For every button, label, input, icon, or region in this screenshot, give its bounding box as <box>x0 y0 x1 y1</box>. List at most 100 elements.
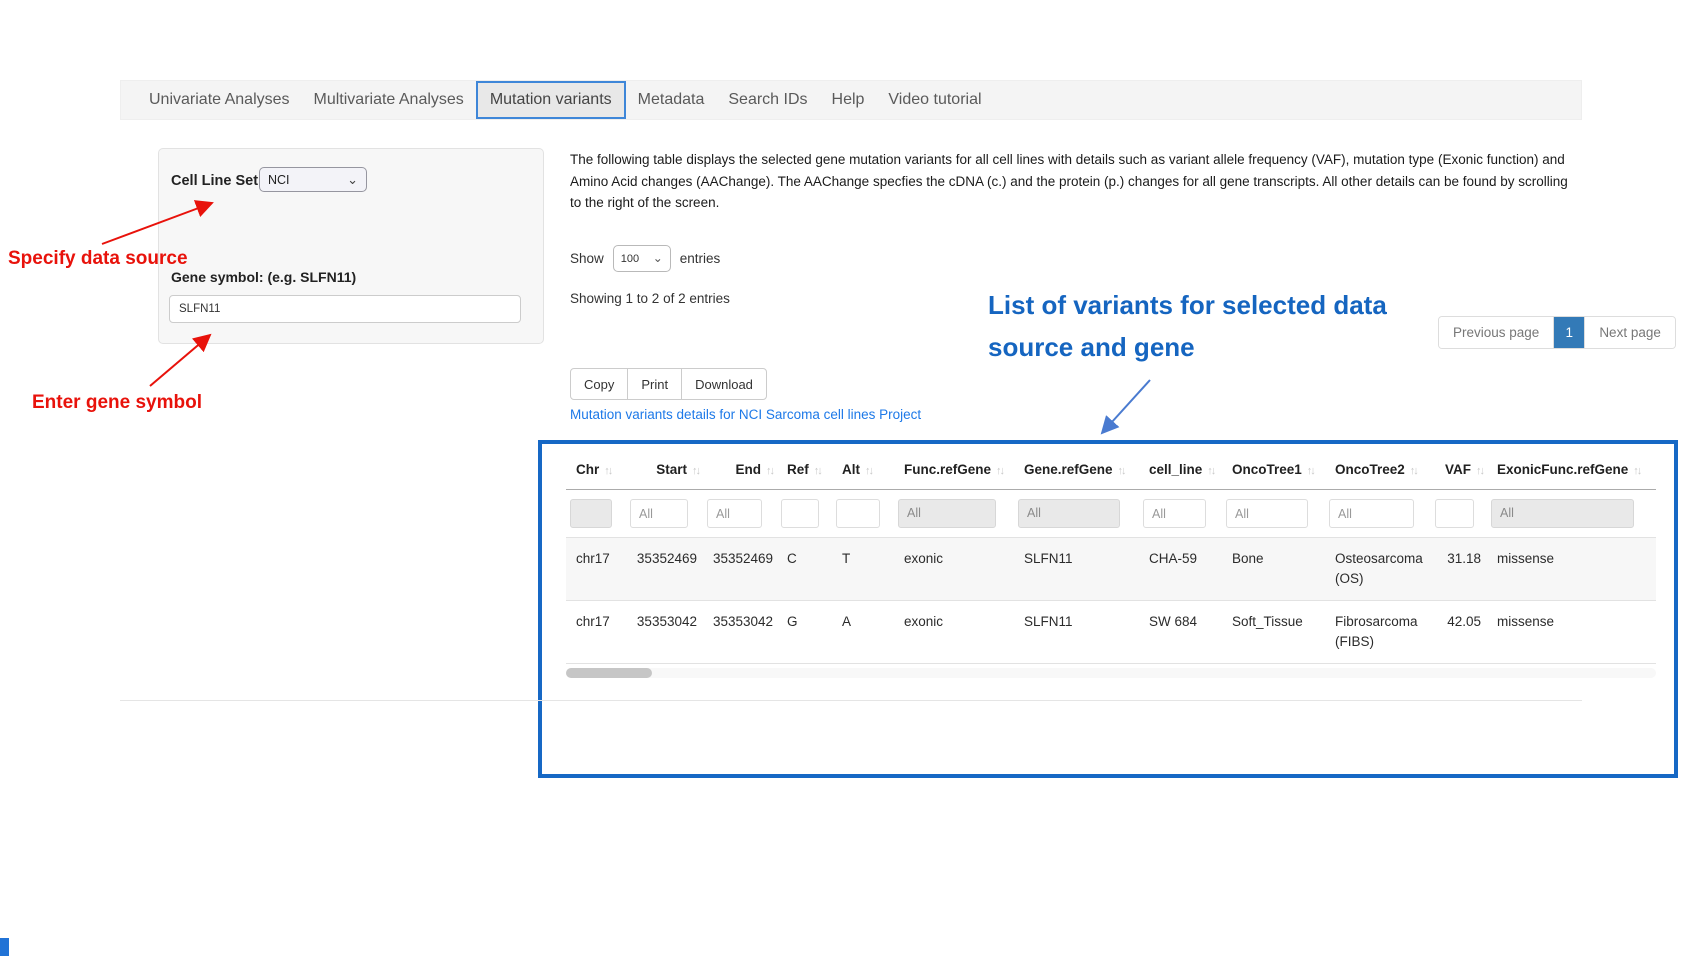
table-filter-row: All All All <box>566 490 1656 538</box>
entries-info: Showing 1 to 2 of 2 entries <box>570 291 730 306</box>
table-cell-oncotree2: Fibrosarcoma (FIBS) <box>1325 601 1431 664</box>
arrow-to-variants-table <box>1102 380 1150 433</box>
table-header-row: Chr↑↓Start↑↓End↑↓Ref↑↓Alt↑↓Func.refGene↑… <box>566 452 1656 490</box>
table-description: The following table displays the selecte… <box>570 149 1572 214</box>
table-caption-link[interactable]: Mutation variants details for NCI Sarcom… <box>570 407 921 422</box>
column-filter-select-func-refgene[interactable]: All <box>898 499 996 528</box>
column-header-alt[interactable]: Alt ↑↓ <box>832 452 894 490</box>
table-cell-alt: T <box>832 538 894 601</box>
tab-univariate-analyses[interactable]: Univariate Analyses <box>137 81 302 119</box>
column-header-start[interactable]: Start ↑↓ <box>626 452 703 490</box>
column-header-gene-refgene[interactable]: Gene.refGene↑↓ <box>1014 452 1139 490</box>
column-header-label: VAF <box>1445 462 1471 477</box>
column-filter-input-oncotree2[interactable] <box>1329 499 1414 528</box>
filter-cell <box>1222 490 1325 538</box>
table-cell-cell-line: CHA-59 <box>1139 538 1222 601</box>
filter-cell <box>777 490 832 538</box>
gene-symbol-input[interactable] <box>169 295 521 323</box>
cell-line-set-select[interactable]: NCI ⌄ <box>259 167 367 192</box>
tab-video-tutorial[interactable]: Video tutorial <box>876 81 993 119</box>
table-cell-oncotree2: Osteosarcoma (OS) <box>1325 538 1431 601</box>
filter-cell <box>703 490 777 538</box>
variants-table-wrapper: Chr↑↓Start↑↓End↑↓Ref↑↓Alt↑↓Func.refGene↑… <box>566 452 1660 678</box>
column-filter-select-chr[interactable] <box>570 499 612 528</box>
annotation-variants-list-line2: source and gene <box>988 326 1387 368</box>
column-header-label: Start <box>656 462 687 477</box>
variants-table: Chr↑↓Start↑↓End↑↓Ref↑↓Alt↑↓Func.refGene↑… <box>566 452 1656 664</box>
column-filter-input-vaf[interactable] <box>1435 499 1474 528</box>
sort-icon: ↑↓ <box>604 465 611 477</box>
column-filter-input-end[interactable] <box>707 499 762 528</box>
sort-icon: ↑↓ <box>1476 465 1483 477</box>
page-length-select[interactable]: 100 ⌄ <box>613 245 671 272</box>
annotation-variants-list-line1: List of variants for selected data <box>988 284 1387 326</box>
column-header-exonicfunc-refgene[interactable]: ExonicFunc.refGene ↑↓ <box>1487 452 1656 490</box>
sort-icon: ↑↓ <box>865 465 872 477</box>
chevron-down-icon: ⌄ <box>653 254 663 263</box>
column-header-label: ExonicFunc.refGene <box>1497 462 1628 477</box>
table-cell-cell-line: SW 684 <box>1139 601 1222 664</box>
controls-panel: Cell Line Set NCI ⌄ Gene symbol: (e.g. S… <box>158 148 544 344</box>
page-length-control: Show 100 ⌄ entries <box>570 245 720 272</box>
sort-icon: ↑↓ <box>1633 465 1640 477</box>
column-header-oncotree2[interactable]: OncoTree2 ↑↓ <box>1325 452 1431 490</box>
column-filter-input-alt[interactable] <box>836 499 880 528</box>
column-header-cell-line[interactable]: cell_line↑↓ <box>1139 452 1222 490</box>
tab-metadata[interactable]: Metadata <box>626 81 717 119</box>
tab-help[interactable]: Help <box>820 81 877 119</box>
column-filter-select-gene-refgene[interactable]: All <box>1018 499 1120 528</box>
sort-icon: ↑↓ <box>1410 465 1417 477</box>
column-header-label: OncoTree2 <box>1335 462 1405 477</box>
column-header-chr[interactable]: Chr ↑↓ <box>566 452 626 490</box>
print-button[interactable]: Print <box>627 368 682 400</box>
download-button[interactable]: Download <box>681 368 767 400</box>
table-row[interactable]: chr173535246935352469CTexonicSLFN11CHA-5… <box>566 538 1656 601</box>
entries-label: entries <box>680 251 721 266</box>
filter-cell <box>626 490 703 538</box>
current-page-button[interactable]: 1 <box>1554 317 1584 348</box>
table-cell-end: 35352469 <box>703 538 777 601</box>
table-row[interactable]: chr173535304235353042GAexonicSLFN11SW 68… <box>566 601 1656 664</box>
column-header-ref[interactable]: Ref↑↓ <box>777 452 832 490</box>
column-header-func-refgene[interactable]: Func.refGene↑↓ <box>894 452 1014 490</box>
tab-mutation-variants[interactable]: Mutation variants <box>476 81 626 119</box>
export-button-group: Copy Print Download <box>570 368 767 400</box>
horizontal-scrollbar-track[interactable] <box>566 668 1656 678</box>
sort-icon: ↑↓ <box>1307 465 1314 477</box>
column-header-label: cell_line <box>1149 462 1202 477</box>
filter-cell: All <box>894 490 1014 538</box>
column-filter-input-start[interactable] <box>630 499 688 528</box>
column-header-oncotree1[interactable]: OncoTree1↑↓ <box>1222 452 1325 490</box>
tab-bar: Univariate AnalysesMultivariate Analyses… <box>137 81 994 119</box>
sort-icon: ↑↓ <box>996 465 1003 477</box>
table-cell-chr: chr17 <box>566 538 626 601</box>
tab-multivariate-analyses[interactable]: Multivariate Analyses <box>302 81 476 119</box>
sort-icon: ↑↓ <box>692 465 699 477</box>
page-corner-artifact <box>0 938 9 956</box>
column-header-vaf[interactable]: VAF ↑↓ <box>1431 452 1487 490</box>
column-header-label: Ref <box>787 462 809 477</box>
horizontal-scrollbar-thumb[interactable] <box>566 668 652 678</box>
sort-icon: ↑↓ <box>766 465 773 477</box>
filter-cell: All <box>1487 490 1656 538</box>
annotation-enter-gene-symbol: Enter gene symbol <box>32 392 202 414</box>
column-header-label: Alt <box>842 462 860 477</box>
tab-search-ids[interactable]: Search IDs <box>716 81 819 119</box>
table-cell-vaf: 31.18 <box>1431 538 1487 601</box>
table-cell-exonicfunc-refgene: missense <box>1487 601 1656 664</box>
column-filter-input-ref[interactable] <box>781 499 819 528</box>
column-filter-input-cell-line[interactable] <box>1143 499 1206 528</box>
previous-page-button[interactable]: Previous page <box>1439 317 1554 348</box>
cell-line-set-label: Cell Line Set <box>171 173 258 189</box>
filter-cell: All <box>1014 490 1139 538</box>
next-page-button[interactable]: Next page <box>1584 317 1675 348</box>
column-filter-input-oncotree1[interactable] <box>1226 499 1308 528</box>
column-filter-select-exonicfunc-refgene[interactable]: All <box>1491 499 1634 528</box>
column-header-end[interactable]: End↑↓ <box>703 452 777 490</box>
filter-cell <box>1431 490 1487 538</box>
column-header-label: Chr <box>576 462 599 477</box>
content-separator-line <box>120 700 1582 701</box>
table-cell-func-refgene: exonic <box>894 601 1014 664</box>
table-cell-func-refgene: exonic <box>894 538 1014 601</box>
copy-button[interactable]: Copy <box>570 368 628 400</box>
